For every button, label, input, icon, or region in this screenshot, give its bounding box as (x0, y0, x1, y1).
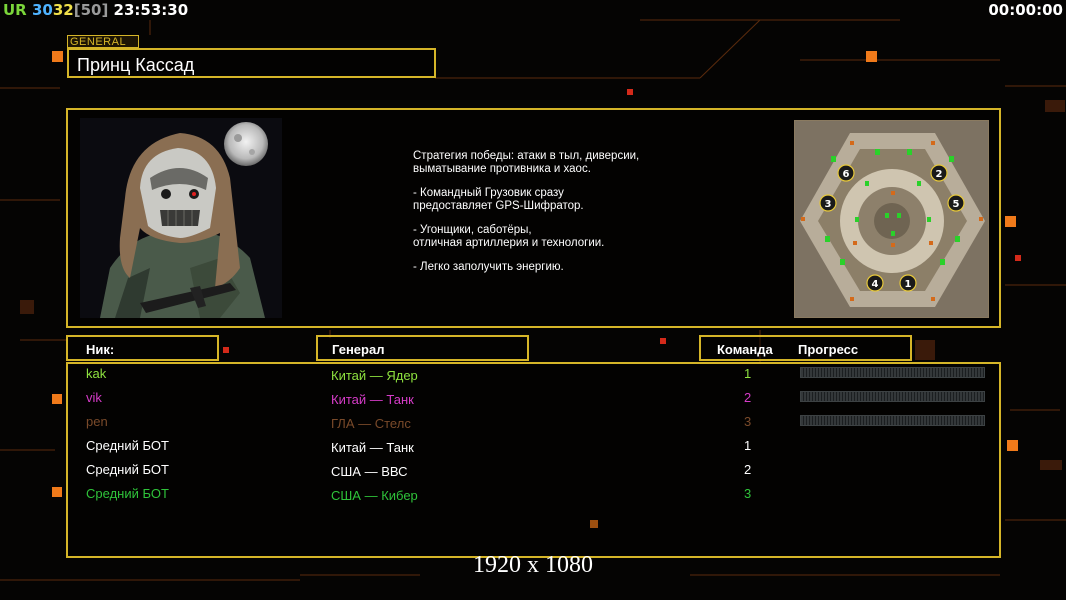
player-general[interactable]: США — Кибер (331, 488, 418, 503)
header-nick-box: Ник: (66, 335, 219, 361)
map-slot-label: 5 (953, 199, 960, 210)
description-line: предоставляет GPS-Шифратор. (413, 199, 584, 212)
hud-stat-a: 30 (31, 1, 53, 19)
player-row[interactable]: Средний БОТ Китай — Танк 1 (0, 438, 1066, 460)
header-general: Генерал (332, 342, 385, 357)
map-preview[interactable]: 1 2 3 4 5 6 (794, 120, 989, 318)
player-row[interactable]: vik Китай — Танк 2 (0, 390, 1066, 412)
header-team-progress-box: Команда Прогресс (699, 335, 912, 361)
hud-status: UR 3032[50] 23:53:30 (3, 1, 188, 19)
player-general[interactable]: Китай — Танк (331, 392, 414, 407)
player-row[interactable]: pen ГЛА — Стелс 3 (0, 414, 1066, 436)
header-general-box: Генерал (316, 335, 529, 361)
map-slot-label: 1 (905, 279, 912, 290)
general-name: Принц Кассад (77, 55, 195, 75)
general-portrait (80, 118, 282, 318)
player-general[interactable]: США — ВВС (331, 464, 408, 479)
header-progress: Прогресс (798, 342, 859, 357)
player-nick: pen (86, 414, 108, 429)
player-progress-bar (800, 391, 985, 402)
player-team[interactable]: 2 (744, 462, 751, 477)
hud-stat-c: [50] (73, 1, 109, 19)
general-title-box: Принц Кассад (67, 48, 436, 78)
player-row[interactable]: kak Китай — Ядер 1 (0, 366, 1066, 388)
player-general[interactable]: Китай — Танк (331, 440, 414, 455)
description-line: - Угонщики, саботёры, (413, 224, 532, 236)
player-progress-bar (800, 367, 985, 378)
hud-timer: 00:00:00 (988, 1, 1063, 19)
player-nick: vik (86, 390, 102, 405)
description-line: - Легко заполучить энергию. (413, 261, 564, 273)
header-team: Команда (717, 342, 773, 357)
map-slot-label: 6 (843, 169, 850, 180)
description-line: Стратегия победы: атаки в тыл, диверсии, (413, 150, 640, 162)
player-nick: kak (86, 366, 107, 381)
player-row[interactable]: Средний БОТ США — Кибер 3 (0, 486, 1066, 508)
resolution-label: 1920 x 1080 (473, 552, 593, 578)
player-team[interactable]: 2 (744, 390, 751, 405)
player-nick: Средний БОТ (86, 462, 169, 477)
player-nick: Средний БОТ (86, 486, 169, 501)
player-team[interactable]: 3 (744, 414, 751, 429)
player-team[interactable]: 1 (744, 366, 751, 381)
header-nick: Ник: (86, 342, 115, 357)
description-line: выматывание противника и хаос. (413, 162, 591, 175)
description-line: отличная артиллерия и технологии. (413, 236, 605, 249)
player-nick: Средний БОТ (86, 438, 169, 453)
player-progress-bar (800, 415, 985, 426)
hud-clock: 23:53:30 (113, 1, 189, 19)
player-team[interactable]: 3 (744, 486, 751, 501)
player-general[interactable]: ГЛА — Стелс (331, 416, 411, 431)
hud-stat-b: 32 (52, 1, 74, 19)
hud-ur: UR (3, 1, 27, 19)
general-tag: GENERAL (67, 35, 139, 48)
map-slot-label: 3 (825, 199, 832, 210)
map-slot-label: 4 (872, 279, 879, 290)
player-team[interactable]: 1 (744, 438, 751, 453)
map-slot-label: 2 (936, 169, 943, 180)
player-general[interactable]: Китай — Ядер (331, 368, 418, 383)
player-row[interactable]: Средний БОТ США — ВВС 2 (0, 462, 1066, 484)
general-description: Стратегия победы: атаки в тыл, диверсии,… (413, 150, 743, 292)
description-line: - Командный Грузовик сразу (413, 187, 564, 199)
